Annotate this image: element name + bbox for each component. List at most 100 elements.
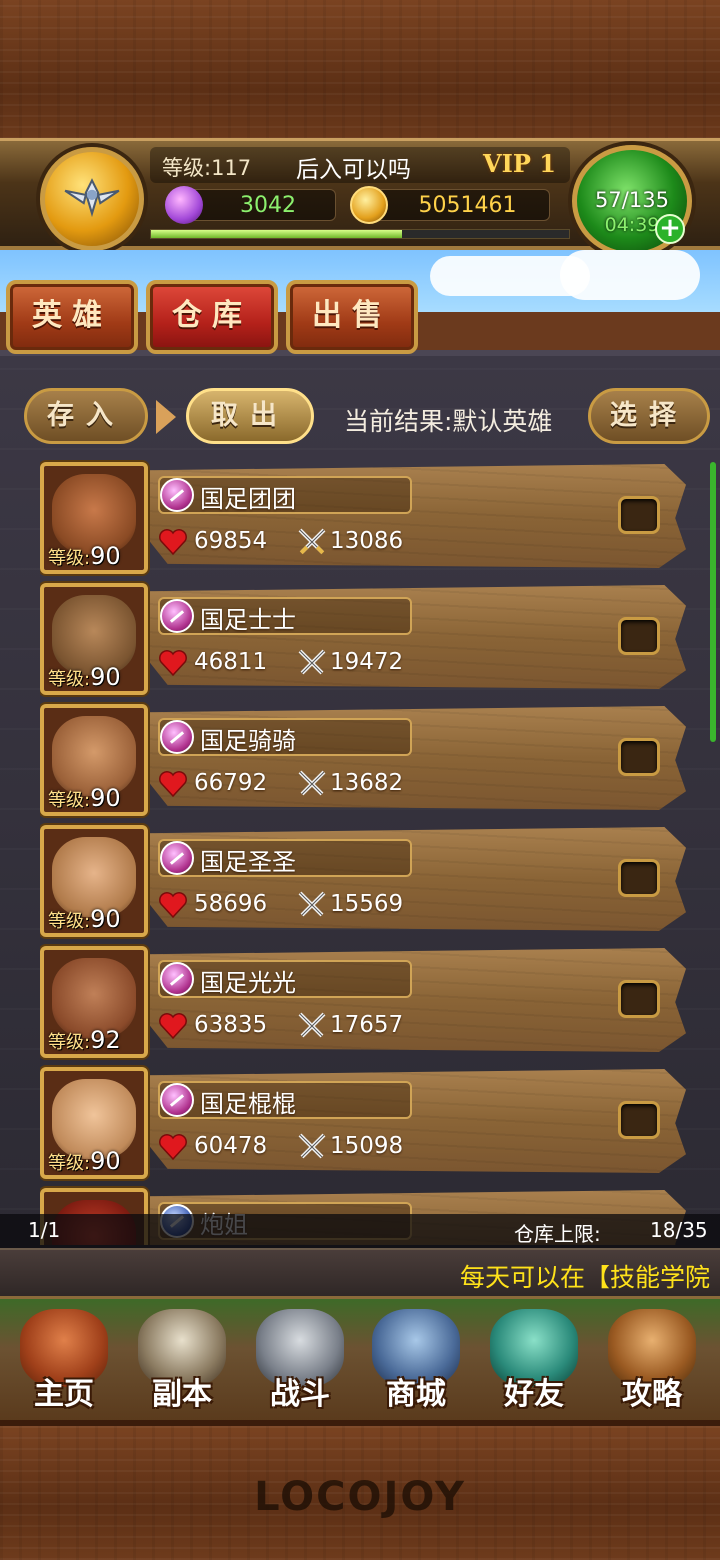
gems-value: 3042	[240, 193, 296, 218]
class-icon	[160, 478, 194, 512]
hero-row[interactable]: 等级:90 国足骑骑 66792 13682	[40, 702, 690, 818]
hero-portrait[interactable]: 等级:90	[40, 1067, 148, 1179]
heart-icon	[159, 1134, 187, 1161]
hero-select-checkbox[interactable]	[618, 496, 660, 534]
hero-row[interactable]: 等级:92 国足光光 63835 17657	[40, 944, 690, 1060]
nav-battle[interactable]: 战斗	[242, 1305, 358, 1421]
rank-emblem-icon[interactable]	[40, 147, 144, 251]
gems-counter[interactable]: 3042	[165, 186, 336, 224]
hero-attack: 15569	[330, 891, 404, 917]
hero-level: 等级:90	[48, 784, 121, 812]
nav-label: 战斗	[270, 1377, 330, 1412]
class-icon	[160, 599, 194, 633]
heart-icon	[159, 1013, 187, 1040]
hero-select-checkbox[interactable]	[618, 617, 660, 655]
hero-name: 国足骑骑	[200, 727, 296, 755]
energy-value: 57/135	[595, 188, 669, 212]
hero-portrait[interactable]: 等级:90	[40, 583, 148, 695]
hero-row[interactable]: 等级:90 国足棍棍 60478 15098	[40, 1065, 690, 1181]
hero-select-checkbox[interactable]	[618, 980, 660, 1018]
nav-label: 商城	[386, 1377, 446, 1412]
hero-row[interactable]: 等级:90 国足士士 46811 19472	[40, 581, 690, 697]
top-wood-frame	[0, 0, 720, 150]
cloud	[560, 250, 700, 300]
crossed-swords-icon	[298, 528, 326, 555]
hero-portrait[interactable]: 等级:90	[40, 462, 148, 574]
level-row: 等级:117 后入可以吗 VIP 1	[150, 147, 570, 183]
hero-level: 等级:90	[48, 1147, 121, 1175]
tab-sell[interactable]: 出售	[286, 280, 418, 354]
current-result-label: 当前结果:默认英雄	[344, 407, 553, 436]
hero-portrait[interactable]: 等级:90	[40, 704, 148, 816]
nav-label: 副本	[152, 1377, 212, 1412]
hero-hp: 69854	[194, 528, 268, 554]
hero-row[interactable]: 等级:90 国足圣圣 58696 15569	[40, 823, 690, 939]
hero-name: 国足圣圣	[200, 848, 296, 876]
player-header: 等级:117 后入可以吗 VIP 1 3042 5051461 57/135 0…	[0, 138, 720, 257]
hero-level: 等级:92	[48, 1026, 121, 1054]
hero-attack: 19472	[330, 649, 404, 675]
announcement-ticker: 每天可以在【技能学院	[0, 1248, 720, 1296]
capacity-label: 仓库上限:	[514, 1222, 601, 1246]
withdraw-button[interactable]: 取出	[186, 388, 314, 444]
heart-icon	[159, 529, 187, 556]
heart-icon	[159, 771, 187, 798]
hero-name: 国足光光	[200, 969, 296, 997]
hero-list[interactable]: 等级:90 国足团团 69854 13086 等级:90 国足士士 46811 …	[40, 460, 690, 1245]
nav-home[interactable]: 主页	[6, 1305, 122, 1421]
hero-hp: 58696	[194, 891, 268, 917]
experience-fill	[151, 230, 402, 238]
tab-storage[interactable]: 仓库	[146, 280, 278, 354]
player-level: 等级:117	[162, 156, 252, 180]
hero-name: 国足士士	[200, 606, 296, 634]
heart-icon	[159, 892, 187, 919]
nav-guide[interactable]: 攻略	[594, 1305, 710, 1421]
storage-toolbar: 存入 取出 当前结果:默认英雄 选择	[0, 388, 720, 448]
hero-hp: 46811	[194, 649, 268, 675]
hero-select-checkbox[interactable]	[618, 738, 660, 776]
hero-hp: 66792	[194, 770, 268, 796]
gold-coin-icon	[350, 186, 388, 224]
nav-label: 好友	[504, 1377, 564, 1412]
heart-icon	[159, 650, 187, 677]
hero-level: 等级:90	[48, 663, 121, 691]
class-icon	[160, 841, 194, 875]
energy-orb[interactable]: 57/135 04:39 +	[572, 145, 692, 257]
hero-attack: 15098	[330, 1133, 404, 1159]
hero-attack: 13682	[330, 770, 404, 796]
nav-dungeon[interactable]: 副本	[124, 1305, 240, 1421]
list-scrollbar[interactable]	[710, 462, 716, 742]
crossed-swords-icon	[298, 649, 326, 675]
deposit-button[interactable]: 存入	[24, 388, 148, 444]
hero-portrait[interactable]: 等级:90	[40, 825, 148, 937]
nav-friends[interactable]: 好友	[476, 1305, 592, 1421]
player-name: 后入可以吗	[296, 157, 411, 183]
vip-badge[interactable]: VIP 1	[483, 149, 556, 178]
hero-row[interactable]: 等级:90 国足团团 69854 13086	[40, 460, 690, 576]
wings-badge-icon	[64, 178, 120, 218]
hero-select-checkbox[interactable]	[618, 1101, 660, 1139]
crossed-swords-icon	[298, 891, 326, 917]
hero-level: 等级:90	[48, 542, 121, 570]
arrow-right-icon	[156, 400, 176, 434]
hero-portrait[interactable]: 等级:92	[40, 946, 148, 1058]
hero-name: 国足棍棍	[200, 1090, 296, 1118]
locojoy-logo: LOCOJOY	[254, 1474, 466, 1520]
hero-attack: 13086	[330, 528, 404, 554]
hero-select-checkbox[interactable]	[618, 859, 660, 897]
add-energy-button[interactable]: +	[655, 214, 685, 244]
nav-label: 攻略	[622, 1377, 682, 1412]
class-icon	[160, 1083, 194, 1117]
nav-shop[interactable]: 商城	[358, 1305, 474, 1421]
hero-name: 国足团团	[200, 485, 296, 513]
select-button[interactable]: 选择	[588, 388, 710, 444]
tab-heroes[interactable]: 英雄	[6, 280, 138, 354]
storage-info-bar: 1/1 仓库上限: 18/35	[0, 1214, 720, 1248]
ticker-text: 每天可以在【技能学院	[460, 1263, 711, 1292]
crossed-swords-icon	[298, 770, 326, 796]
nav-label: 主页	[34, 1377, 94, 1412]
class-icon	[160, 962, 194, 996]
gold-counter[interactable]: 5051461	[350, 186, 550, 224]
bottom-navigation: 主页 副本 战斗 商城 好友 攻略	[0, 1296, 720, 1422]
hero-hp: 60478	[194, 1133, 268, 1159]
